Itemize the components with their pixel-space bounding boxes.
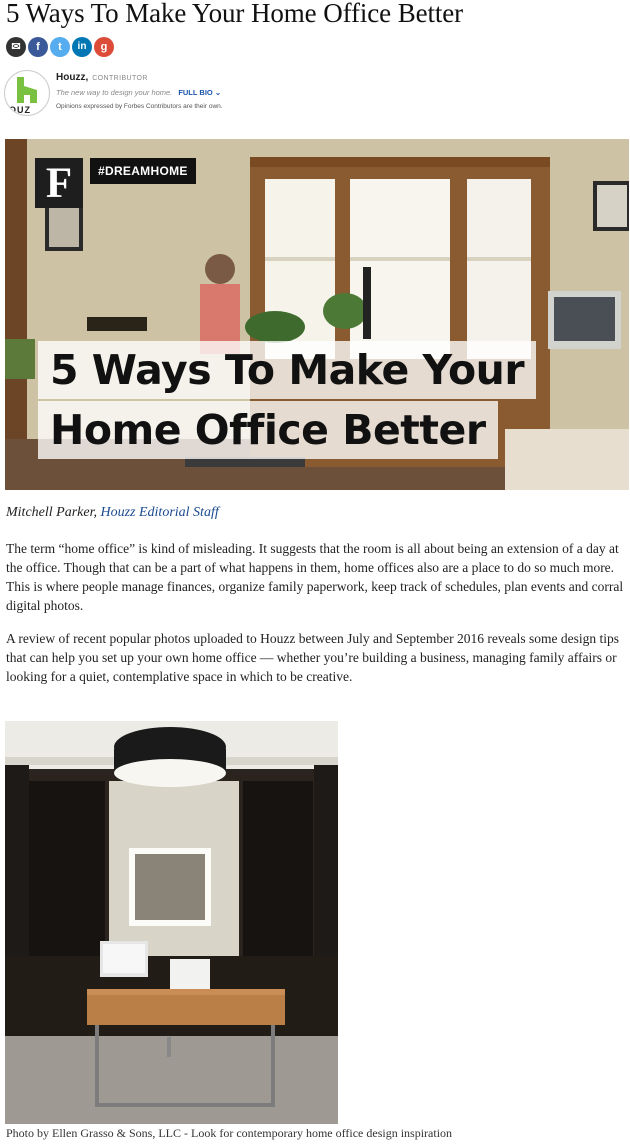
home-office-photo (5, 721, 338, 1124)
email-share-icon[interactable]: ✉ (6, 37, 26, 57)
chevron-down-icon: ⌄ (214, 88, 222, 97)
forbes-logo-icon: F (35, 158, 83, 208)
byline-author: Mitchell Parker, (6, 505, 101, 520)
author-name[interactable]: Houzz, (56, 72, 88, 83)
home-office-photo-scene (5, 721, 338, 1124)
byline-staff-link[interactable]: Houzz Editorial Staff (100, 505, 218, 520)
facebook-share-icon[interactable]: f (28, 37, 48, 57)
photo-caption: Photo by Ellen Grasso & Sons, LLC - Look… (6, 1126, 453, 1140)
author-card: OUZ Houzz, CONTRIBUTOR The new way to des… (4, 70, 344, 116)
hero-image: F #DREAMHOME 5 Ways To Make Your Home Of… (5, 139, 629, 490)
google-plus-share-icon[interactable]: g (94, 37, 114, 57)
dreamhome-tag[interactable]: #DREAMHOME (90, 158, 196, 184)
houzz-logo-icon (17, 77, 37, 103)
article-title: 5 Ways To Make Your Home Office Better (6, 0, 464, 28)
twitter-share-icon[interactable]: t (50, 37, 70, 57)
hero-headline-line-1: 5 Ways To Make Your (38, 341, 537, 399)
contributor-disclaimer: Opinions expressed by Forbes Contributor… (56, 103, 223, 110)
author-name-line: Houzz, CONTRIBUTOR (56, 72, 148, 83)
article-byline: Mitchell Parker, Houzz Editorial Staff (6, 505, 219, 521)
author-tagline-line: The new way to design your home. FULL BIO… (56, 88, 221, 97)
avatar-logo-text: OUZ (9, 105, 31, 115)
article-paragraph-1: The term “home office” is kind of mislea… (6, 541, 624, 613)
author-role: CONTRIBUTOR (92, 75, 148, 82)
author-avatar[interactable]: OUZ (4, 70, 50, 116)
author-tagline: The new way to design your home. (56, 88, 173, 97)
share-bar: ✉ f t in g (6, 37, 114, 57)
hero-headline-line-2: Home Office Better (38, 401, 498, 459)
linkedin-share-icon[interactable]: in (72, 37, 92, 57)
full-bio-label: FULL BIO (178, 88, 213, 97)
article-paragraph-2: A review of recent popular photos upload… (6, 631, 619, 684)
full-bio-link[interactable]: FULL BIO ⌄ (178, 88, 221, 97)
